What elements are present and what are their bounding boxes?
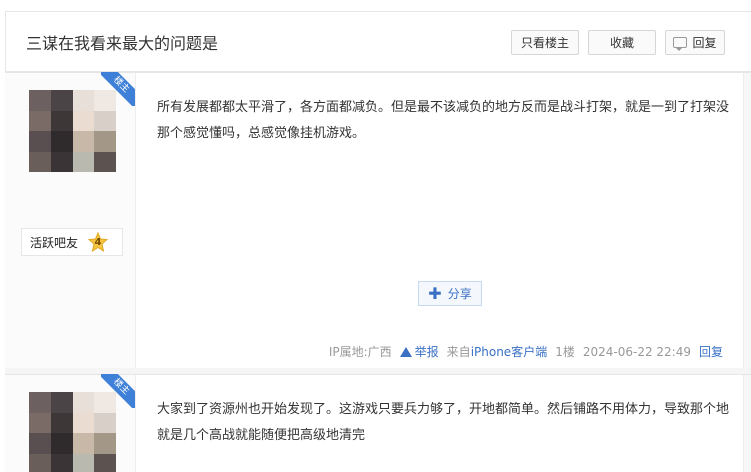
op-tag: 楼主 [101,374,135,408]
post-reply-link[interactable]: 回复 [699,343,723,360]
header-buttons: 只看楼主 收藏 回复 [511,30,725,55]
reply-button[interactable]: 回复 [665,30,725,55]
plus-icon: ✚ [428,283,442,303]
post-time: 2024-06-22 22:49 [582,344,691,359]
op-tag: 楼主 [101,72,135,106]
ip-location: IP属地:广西 [328,345,392,359]
level-title: 活跃吧友 [30,235,79,250]
only-op-button[interactable]: 只看楼主 [511,30,579,55]
comment-icon [673,37,688,51]
warning-icon [399,346,412,357]
thread-header: 三谋在我看来最大的问题是 只看楼主 收藏 回复 [5,11,751,72]
favorite-button[interactable]: 收藏 [588,30,656,55]
floor-number: 1楼 [555,345,575,359]
level-badge-icon: 4 [88,232,109,252]
level-number: 4 [94,236,102,248]
scroll-edge [743,375,751,472]
client-link[interactable]: iPhone客户端 [471,343,548,360]
user-level[interactable]: 活跃吧友 4 [21,228,123,256]
client-prefix: 来自 [446,345,471,359]
author-column: 活跃吧友 4 [5,73,136,368]
post-floor-2: 楼主 大家到了资源州也开始发现了。这游戏只要兵力够了，开地都简单。然后铺路不用体… [5,374,751,472]
share-label: 分享 [447,287,472,301]
post-content: 大家到了资源州也开始发现了。这游戏只要兵力够了，开地都简单。然后铺路不用体力，导… [157,402,730,443]
report-link[interactable]: 举报 [399,343,439,360]
post-meta: IP属地:广西 举报 来自 iPhone客户端 1楼 2024-06-22 22… [329,343,723,360]
post-floor-1: 活跃吧友 4 楼主 所有发展都都太平滑了，各方面都减负。但是最不该减负的地方反而… [5,72,751,368]
thread-page: 三谋在我看来最大的问题是 只看楼主 收藏 回复 活跃吧友 4 楼主 所有发展都都… [0,0,751,472]
thread-title: 三谋在我看来最大的问题是 [26,33,219,53]
reply-button-label: 回复 [692,36,717,50]
share-button[interactable]: ✚ 分享 [418,281,482,306]
post-content: 所有发展都都太平滑了，各方面都减负。但是最不该减负的地方反而是战斗打架，就是一到… [157,100,730,141]
scroll-edge [743,73,751,368]
